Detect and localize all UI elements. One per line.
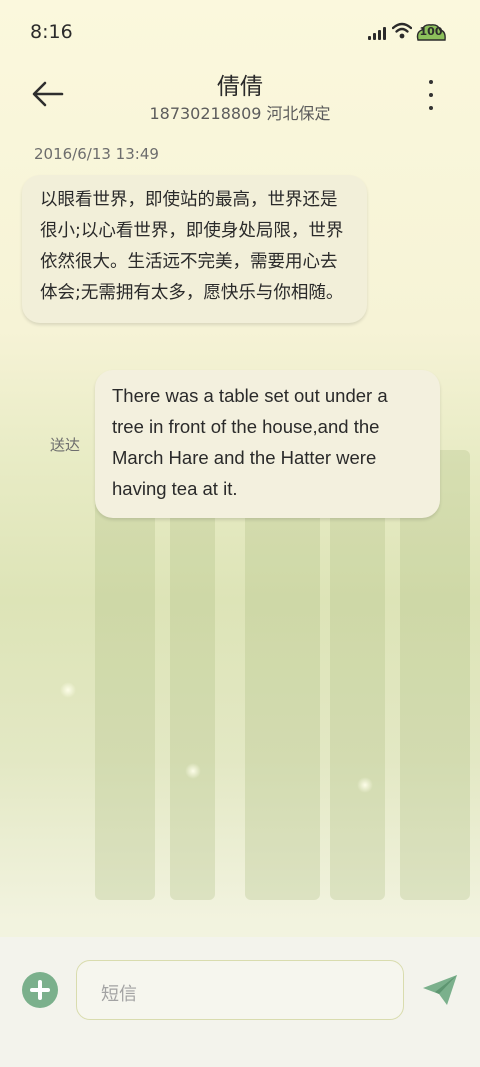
contact-name: 倩倩 — [217, 74, 263, 100]
outgoing-message-bubble[interactable]: There was a table set out under a tree i… — [95, 370, 440, 518]
more-vertical-icon — [429, 80, 433, 84]
add-attachment-button[interactable] — [22, 972, 58, 1008]
message-timestamp: 2016/6/13 13:49 — [34, 145, 159, 163]
message-input-placeholder: 短信 — [101, 984, 137, 1005]
battery-icon: 100 — [415, 22, 447, 44]
status-time: 8:16 — [30, 21, 73, 43]
signal-icon — [368, 26, 388, 40]
battery-level: 100 — [419, 25, 443, 38]
wifi-icon — [392, 22, 412, 39]
back-button[interactable] — [28, 76, 68, 112]
send-icon — [423, 975, 457, 1005]
incoming-message-bubble[interactable]: 以眼看世界，即使站的最高，世界还是很小;以心看世界，即使身处局限，世界依然很大。… — [22, 175, 367, 323]
more-options-button[interactable] — [418, 80, 444, 110]
contact-detail: 18730218809 河北保定 — [149, 104, 331, 123]
delivery-status: 送达 — [50, 436, 81, 454]
arrow-left-icon — [32, 81, 64, 107]
status-bar: 8:16 100 — [0, 0, 480, 64]
message-input[interactable]: 短信 — [76, 960, 404, 1020]
send-button[interactable] — [421, 973, 459, 1007]
